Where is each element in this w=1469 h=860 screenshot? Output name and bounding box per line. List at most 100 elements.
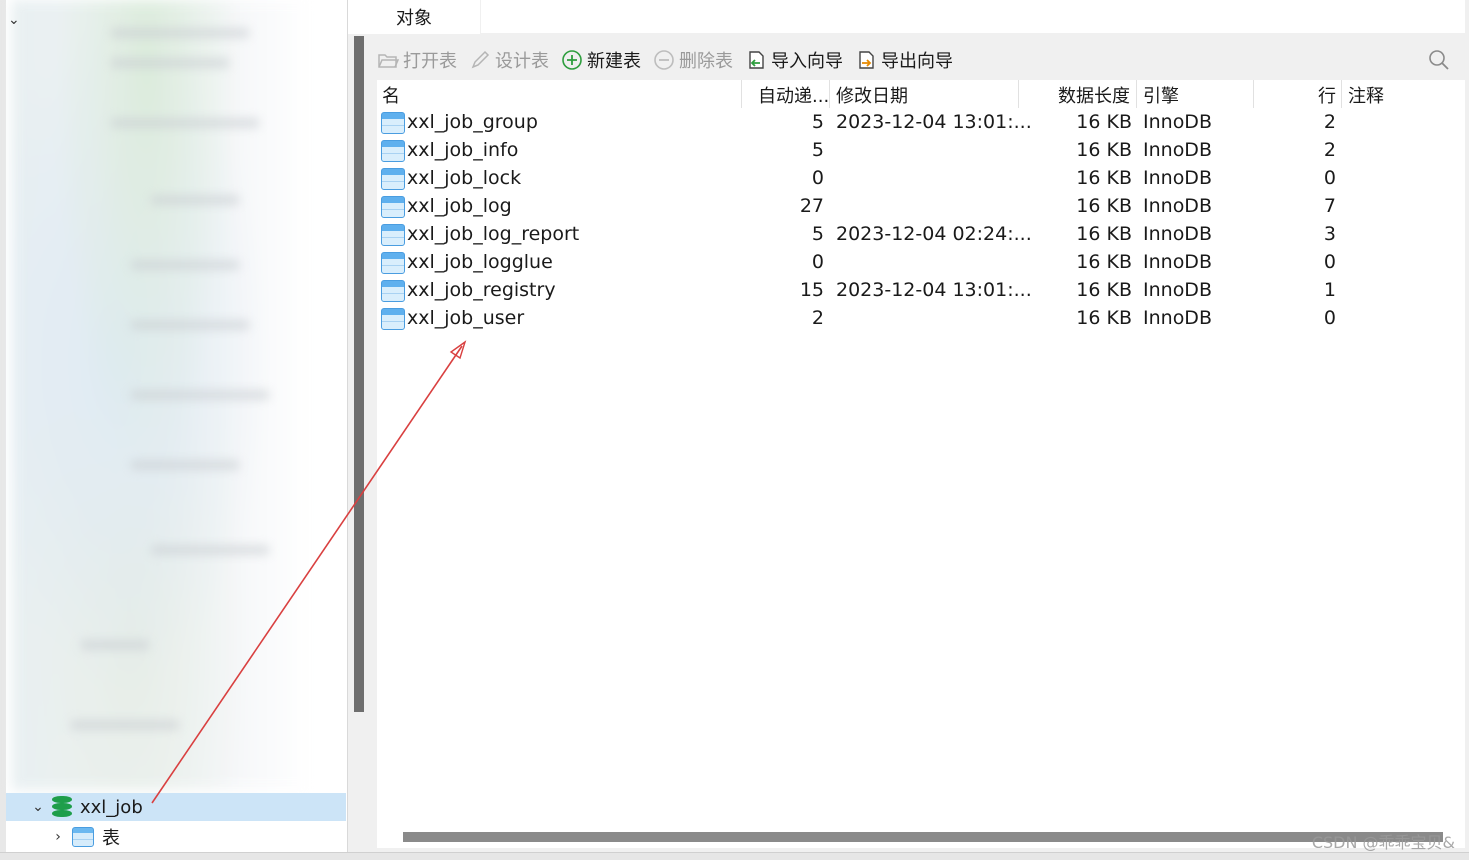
column-header-engine[interactable]: 引擎	[1143, 82, 1179, 108]
auto-increment-value: 2	[811, 307, 824, 329]
blurred-line	[80, 640, 150, 650]
engine-value: InnoDB	[1143, 223, 1212, 245]
export-wizard-label: 导出向导	[881, 51, 953, 72]
tab-objects[interactable]: 对象	[348, 0, 480, 34]
open-table-button[interactable]: 打开表	[377, 44, 457, 76]
modified-date-value: 2023-12-04 13:01:...	[836, 279, 1032, 301]
tree-item-tables[interactable]: › 表	[6, 823, 346, 851]
export-icon	[855, 49, 877, 71]
table-icon	[72, 827, 94, 847]
import-wizard-button[interactable]: 导入向导	[745, 44, 843, 76]
table-row[interactable]: xxl_job_info 5 16 KB InnoDB 2	[377, 137, 1465, 165]
modified-date-value: 2023-12-04 02:24:...	[836, 223, 1032, 245]
table-row[interactable]: xxl_job_log_report 5 2023-12-04 02:24:... 1…	[377, 221, 1465, 249]
table-row[interactable]: xxl_job_registry 15 2023-12-04 13:01:... 16…	[377, 277, 1465, 305]
database-icon	[52, 796, 72, 818]
blurred-line	[150, 545, 270, 555]
tables-node-label: 表	[102, 828, 120, 849]
pane-splitter[interactable]	[354, 36, 364, 712]
search-icon[interactable]	[1427, 48, 1451, 72]
table-row[interactable]: xxl_job_group 5 2023-12-04 13:01:... 16 KB I…	[377, 109, 1465, 137]
engine-value: InnoDB	[1143, 139, 1212, 161]
column-header-modified-date[interactable]: 修改日期	[836, 82, 908, 108]
object-toolbar: 打开表 设计表 新建表 删除表 导入向导 导出向导	[377, 42, 1465, 78]
blurred-line	[130, 260, 240, 270]
navigator-edge	[0, 0, 6, 852]
table-name: xxl_job_registry	[407, 279, 556, 301]
auto-increment-value: 15	[799, 279, 824, 301]
chevron-right-icon[interactable]: ›	[48, 829, 68, 845]
auto-increment-value: 0	[811, 251, 824, 273]
table-icon	[381, 168, 405, 190]
table-icon	[381, 252, 405, 274]
table-name: xxl_job_group	[407, 111, 538, 133]
table-icon	[381, 224, 405, 246]
row-count-value: 3	[1323, 223, 1336, 245]
auto-increment-value: 5	[811, 139, 824, 161]
auto-increment-value: 5	[811, 223, 824, 245]
row-count-value: 7	[1323, 195, 1336, 217]
scrollbar-thumb[interactable]	[403, 832, 1443, 842]
engine-value: InnoDB	[1143, 279, 1212, 301]
table-icon	[381, 112, 405, 134]
engine-value: InnoDB	[1143, 251, 1212, 273]
object-list[interactable]: 名 自动递... 修改日期 数据长度 引擎 行 注释 xxl_job_group…	[377, 80, 1465, 826]
table-name: xxl_job_info	[407, 139, 519, 161]
data-length-value: 16 KB	[1076, 251, 1132, 273]
data-length-value: 16 KB	[1076, 279, 1132, 301]
folder-open-icon	[377, 49, 399, 71]
data-length-value: 16 KB	[1076, 223, 1132, 245]
table-name: xxl_job_log_report	[407, 223, 580, 245]
import-icon	[745, 49, 767, 71]
column-header-rows[interactable]: 行	[1318, 82, 1336, 108]
table-row[interactable]: xxl_job_user 2 16 KB InnoDB 0	[377, 305, 1465, 333]
blurred-line	[130, 390, 270, 400]
minus-circle-icon	[653, 49, 675, 71]
new-table-button[interactable]: 新建表	[561, 44, 641, 76]
blurred-line	[110, 28, 250, 38]
chevron-down-icon[interactable]: ⌄	[8, 12, 20, 28]
row-count-value: 0	[1323, 251, 1336, 273]
data-length-value: 16 KB	[1076, 307, 1132, 329]
column-header-comment[interactable]: 注释	[1348, 82, 1384, 108]
data-length-value: 16 KB	[1076, 167, 1132, 189]
design-table-button[interactable]: 设计表	[469, 44, 549, 76]
new-table-label: 新建表	[587, 51, 641, 72]
tab-bar-fill	[481, 0, 1465, 33]
table-row[interactable]: xxl_job_lock 0 16 KB InnoDB 0	[377, 165, 1465, 193]
engine-value: InnoDB	[1143, 195, 1212, 217]
delete-table-button[interactable]: 删除表	[653, 44, 733, 76]
delete-table-label: 删除表	[679, 51, 733, 72]
column-header-name[interactable]: 名	[382, 82, 400, 108]
row-count-value: 1	[1323, 279, 1336, 301]
tree-item-database[interactable]: ⌄ xxl_job	[6, 793, 346, 821]
column-header-auto-increment[interactable]: 自动递...	[758, 82, 829, 108]
chevron-down-icon[interactable]: ⌄	[28, 799, 48, 815]
row-count-value: 0	[1323, 167, 1336, 189]
blurred-line	[110, 58, 230, 68]
design-table-label: 设计表	[495, 51, 549, 72]
tab-label: 对象	[396, 8, 432, 29]
blurred-line	[110, 118, 260, 128]
export-wizard-button[interactable]: 导出向导	[855, 44, 953, 76]
row-count-value: 2	[1323, 111, 1336, 133]
blurred-line	[70, 720, 180, 730]
database-name: xxl_job	[80, 796, 143, 818]
watermark: CSDN @乖乖宝贝&	[1311, 833, 1455, 852]
column-header-data-length[interactable]: 数据长度	[1058, 82, 1130, 108]
table-name: xxl_job_lock	[407, 167, 522, 189]
data-length-value: 16 KB	[1076, 111, 1132, 133]
navigator-pane: ⌄ ⌄ xxl_job › 表	[0, 0, 348, 852]
table-row[interactable]: xxl_job_logglue 0 16 KB InnoDB 0	[377, 249, 1465, 277]
table-icon	[381, 196, 405, 218]
tab-bar: 对象	[348, 0, 1469, 34]
horizontal-scrollbar[interactable]	[377, 826, 1465, 848]
auto-increment-value: 5	[811, 111, 824, 133]
auto-increment-value: 0	[811, 167, 824, 189]
table-icon	[381, 140, 405, 162]
auto-increment-value: 27	[799, 195, 824, 217]
row-count-value: 0	[1323, 307, 1336, 329]
engine-value: InnoDB	[1143, 307, 1212, 329]
table-name: xxl_job_logglue	[407, 251, 553, 273]
table-row[interactable]: xxl_job_log 27 16 KB InnoDB 7	[377, 193, 1465, 221]
